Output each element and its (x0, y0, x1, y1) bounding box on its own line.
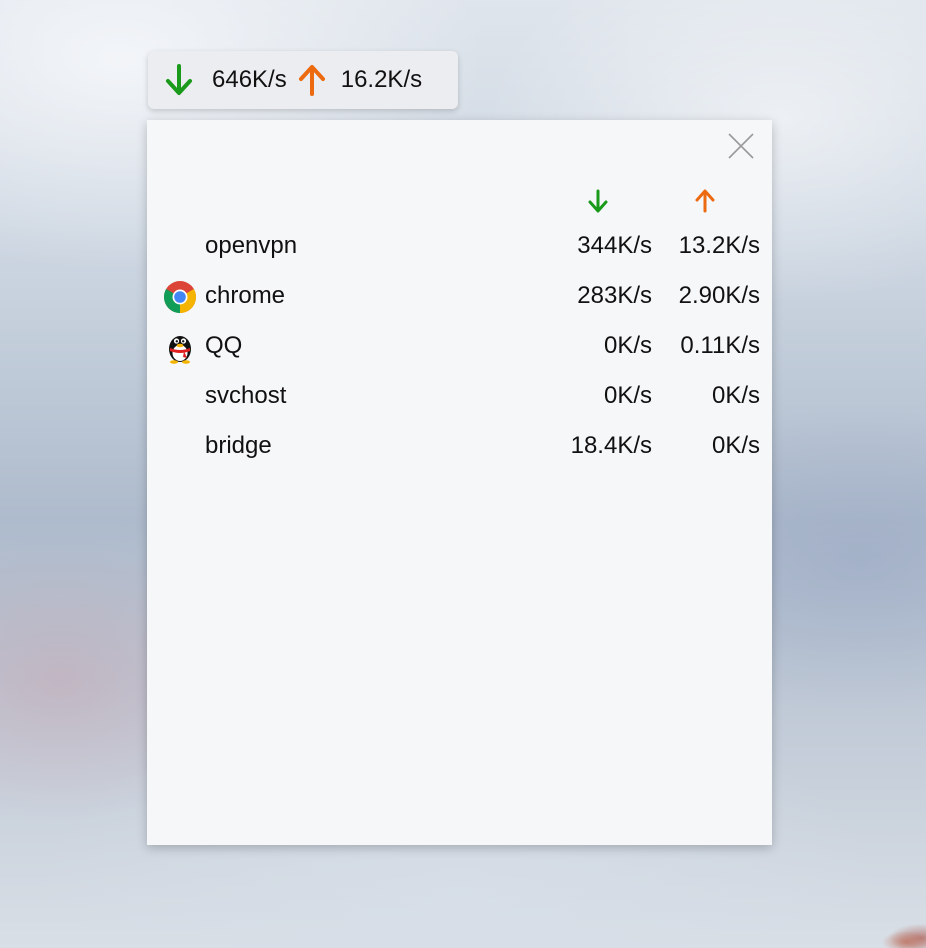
upload-column-icon (695, 189, 715, 213)
arrow-down-icon (166, 64, 192, 95)
process-upload-speed: 0K/s (711, 432, 760, 459)
process-upload-speed: 2.90K/s (678, 282, 760, 309)
process-name: svchost (205, 382, 287, 409)
process-row-qq[interactable]: QQ 0K/s 0.11K/s (147, 326, 772, 366)
qq-penguin-icon (169, 336, 191, 364)
process-name: openvpn (205, 232, 298, 259)
download-column-icon (588, 189, 608, 213)
close-icon[interactable] (725, 130, 757, 162)
process-upload-speed: 0K/s (711, 382, 760, 409)
process-download-speed: 344K/s (577, 232, 652, 259)
process-upload-speed: 13.2K/s (678, 232, 760, 259)
speed-widget[interactable]: 646K/s 16.2K/s (148, 51, 458, 109)
process-download-speed: 283K/s (577, 282, 652, 309)
process-name: chrome (205, 282, 286, 309)
process-speed-panel: openvpn 344K/s 13.2K/s chrome 283K/s 2.9… (147, 120, 772, 845)
process-download-speed: 0K/s (603, 382, 652, 409)
wallpaper-trees (836, 898, 926, 948)
total-download-speed: 646K/s (212, 66, 287, 93)
process-row-bridge[interactable]: bridge 18.4K/s 0K/s (147, 426, 772, 466)
process-name: bridge (205, 432, 272, 459)
process-upload-speed: 0.11K/s (680, 332, 760, 359)
process-name: QQ (205, 332, 243, 359)
total-upload-speed: 16.2K/s (340, 66, 423, 93)
process-download-speed: 0K/s (603, 332, 652, 359)
process-row-svchost[interactable]: svchost 0K/s 0K/s (147, 376, 772, 416)
process-row-chrome[interactable]: chrome 283K/s 2.90K/s (147, 276, 772, 316)
arrow-up-icon (298, 65, 325, 96)
chrome-icon (163, 281, 197, 313)
process-row-openvpn[interactable]: openvpn 344K/s 13.2K/s (147, 226, 772, 266)
process-download-speed: 18.4K/s (570, 432, 652, 459)
